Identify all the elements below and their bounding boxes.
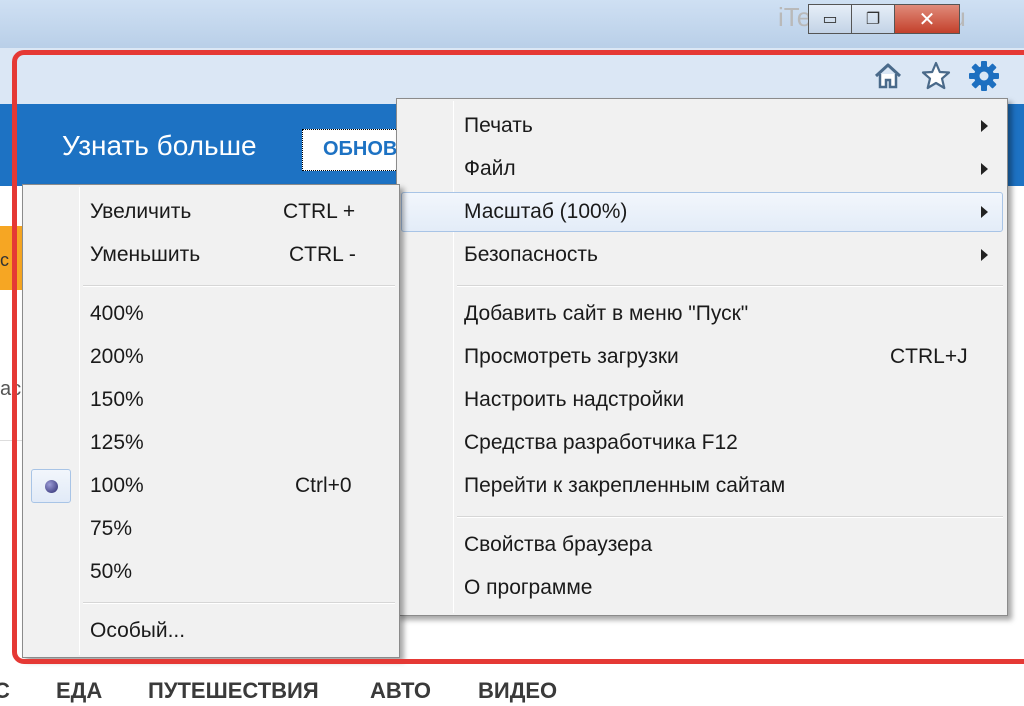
zoom-submenu: Увеличить CTRL + Уменьшить CTRL - 400% 2… [22, 184, 400, 658]
submenu-arrow-icon [981, 120, 988, 132]
divider [0, 440, 24, 441]
menu-item-internet-options[interactable]: Свойства браузера [401, 525, 1003, 565]
menu-separator [83, 285, 395, 287]
menu-item-label: Свойства браузера [464, 533, 653, 556]
home-icon[interactable] [872, 60, 904, 92]
menu-item-label: Настроить надстройки [464, 388, 685, 411]
radio-dot-icon [45, 480, 58, 493]
menu-separator [83, 602, 395, 604]
nav-item-food[interactable]: ЕДА [56, 678, 102, 704]
zoom-in-item[interactable]: Увеличить CTRL + [27, 192, 395, 232]
zoom-custom-item[interactable]: Особый... [27, 611, 395, 651]
menu-item-label: Средства разработчика F12 [464, 431, 738, 454]
menu-item-label: Перейти к закрепленным сайтам [464, 474, 786, 497]
minimize-button[interactable]: ▭ [808, 4, 852, 34]
menu-item-label: 200% [90, 345, 144, 368]
menu-item-label: Уменьшить [90, 243, 201, 266]
gear-icon[interactable] [968, 60, 1000, 92]
close-button[interactable]: ✕ [894, 4, 960, 34]
menu-item-label: 100% [90, 474, 144, 497]
menu-item-shortcut: CTRL+J [890, 345, 968, 368]
menu-item-label: О программе [464, 576, 593, 599]
learn-more-text: Узнать больше [62, 130, 257, 161]
zoom-level-150[interactable]: 150% [27, 380, 395, 420]
menu-item-label: Увеличить [90, 200, 192, 223]
menu-item-label: 75% [90, 517, 133, 540]
submenu-arrow-icon [981, 163, 988, 175]
menu-item-manage-addons[interactable]: Настроить надстройки [401, 380, 1003, 420]
menu-item-about[interactable]: О программе [401, 568, 1003, 608]
nav-item-video[interactable]: ВИДЕО [478, 678, 557, 704]
menu-item-label: Просмотреть загрузки [464, 345, 679, 368]
menu-separator [457, 285, 1003, 287]
menu-item-label: Особый... [90, 619, 186, 642]
nav-item-auto[interactable]: АВТО [370, 678, 431, 704]
menu-item-label: Файл [464, 157, 516, 180]
menu-item-view-downloads[interactable]: Просмотреть загрузки CTRL+J [401, 337, 1003, 377]
menu-item-developer-tools[interactable]: Средства разработчика F12 [401, 423, 1003, 463]
menu-item-shortcut: CTRL + [283, 200, 356, 223]
menu-item-label: Масштаб (100%) [464, 200, 628, 223]
menu-item-label: 125% [90, 431, 144, 454]
zoom-level-125[interactable]: 125% [27, 423, 395, 463]
menu-item-shortcut: Ctrl+0 [295, 474, 352, 497]
submenu-arrow-icon [981, 206, 988, 218]
side-fragment-text: ас [0, 378, 22, 400]
nav-item[interactable]: С [0, 678, 10, 704]
menu-separator [457, 516, 1003, 518]
submenu-arrow-icon [981, 249, 988, 261]
menu-item-label: 50% [90, 560, 133, 583]
zoom-level-75[interactable]: 75% [27, 509, 395, 549]
browser-toolbar [0, 48, 1024, 104]
window-controls: ▭ ❐ ✕ [808, 4, 960, 34]
menu-item-add-site-to-start[interactable]: Добавить сайт в меню "Пуск" [401, 294, 1003, 334]
menu-item-label: Добавить сайт в меню "Пуск" [464, 302, 749, 325]
menu-item-label: Безопасность [464, 243, 598, 266]
zoom-level-400[interactable]: 400% [27, 294, 395, 334]
star-icon[interactable] [920, 60, 952, 92]
menu-item-label: 400% [90, 302, 144, 325]
zoom-level-100[interactable]: 100% Ctrl+0 [27, 466, 395, 506]
menu-item-label: 150% [90, 388, 144, 411]
restore-button[interactable]: ❐ [851, 4, 895, 34]
menu-item-zoom[interactable]: Масштаб (100%) [401, 192, 1003, 232]
selected-indicator [31, 469, 71, 503]
nav-item-travel[interactable]: ПУТЕШЕСТВИЯ [148, 678, 319, 704]
menu-item-label: Печать [464, 114, 533, 137]
menu-item-pinned-sites[interactable]: Перейти к закрепленным сайтам [401, 466, 1003, 506]
zoom-level-50[interactable]: 50% [27, 552, 395, 592]
menu-item-file[interactable]: Файл [401, 149, 1003, 189]
bottom-navigation: С ЕДА ПУТЕШЕСТВИЯ АВТО ВИДЕО [0, 674, 1024, 706]
zoom-out-item[interactable]: Уменьшить CTRL - [27, 235, 395, 275]
menu-item-security[interactable]: Безопасность [401, 235, 1003, 275]
menu-item-print[interactable]: Печать [401, 106, 1003, 146]
menu-item-shortcut: CTRL - [289, 243, 356, 266]
tools-menu: Печать Файл Масштаб (100%) Безопасность … [396, 98, 1008, 616]
zoom-level-200[interactable]: 200% [27, 337, 395, 377]
